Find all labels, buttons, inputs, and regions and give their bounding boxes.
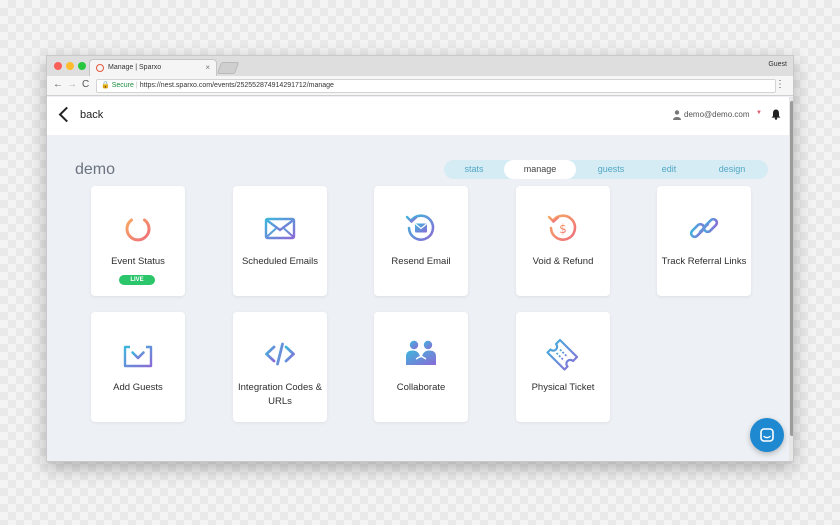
tab-edit[interactable]: edit bbox=[644, 160, 694, 179]
maximize-window-button[interactable] bbox=[78, 62, 86, 70]
svg-text:$: $ bbox=[559, 222, 567, 236]
chat-icon bbox=[760, 428, 774, 442]
event-tabs: stats manage guests edit design bbox=[444, 160, 768, 179]
sparxo-favicon-icon bbox=[96, 64, 104, 72]
void-refund-card[interactable]: $ Void & Refund bbox=[516, 186, 610, 296]
physical-ticket-card[interactable]: Physical Ticket bbox=[516, 312, 610, 422]
add-guests-card[interactable]: Add Guests bbox=[91, 312, 185, 422]
browser-tab[interactable]: Manage | Sparxo × bbox=[89, 59, 217, 76]
live-status-badge: LIVE bbox=[119, 275, 155, 285]
track-referral-links-card[interactable]: Track Referral Links bbox=[657, 186, 751, 296]
browser-window: Manage | Sparxo × Guest ← → C 🔒 Secure | ht… bbox=[46, 55, 794, 462]
browser-tab-title: Manage | Sparxo bbox=[108, 64, 162, 71]
tab-design[interactable]: design bbox=[704, 160, 760, 179]
power-icon bbox=[125, 213, 151, 242]
chat-launcher-button[interactable] bbox=[750, 418, 784, 452]
card-label: Resend Email bbox=[391, 256, 451, 267]
back-chevron-icon[interactable] bbox=[58, 106, 75, 123]
link-icon bbox=[689, 217, 719, 239]
back-link[interactable]: back bbox=[80, 109, 103, 121]
card-label: Integration Codes & URLs bbox=[238, 382, 322, 407]
people-icon bbox=[406, 340, 436, 365]
url-separator: | bbox=[135, 82, 138, 89]
user-icon bbox=[673, 110, 681, 120]
minimize-window-button[interactable] bbox=[66, 62, 74, 70]
tab-stats[interactable]: stats bbox=[449, 160, 499, 179]
tab-guests[interactable]: guests bbox=[581, 160, 641, 179]
integration-codes-card[interactable]: Integration Codes & URLs bbox=[233, 312, 327, 422]
browser-tabstrip: Manage | Sparxo × Guest bbox=[47, 56, 793, 76]
card-label: Void & Refund bbox=[532, 256, 594, 267]
resend-email-icon bbox=[405, 214, 435, 241]
scrollbar-thumb[interactable] bbox=[790, 101, 793, 436]
user-email[interactable]: demo@demo.com bbox=[684, 110, 749, 119]
card-label: Add Guests bbox=[113, 382, 163, 393]
envelope-icon bbox=[264, 217, 296, 240]
reload-icon[interactable]: C bbox=[82, 79, 89, 91]
manage-page: demo stats manage guests edit design Eve… bbox=[47, 135, 789, 461]
url-input[interactable]: 🔒 Secure | https://nest.sparxo.com/events/2… bbox=[96, 79, 776, 93]
browser-menu-icon[interactable]: ⋮ bbox=[775, 79, 785, 90]
url-text: https://nest.sparxo.com/events/252552874… bbox=[139, 82, 334, 89]
tab-manage[interactable]: manage bbox=[504, 160, 576, 179]
back-arrow-icon[interactable]: ← bbox=[53, 79, 63, 91]
code-icon bbox=[265, 342, 295, 366]
scheduled-emails-card[interactable]: Scheduled Emails bbox=[233, 186, 327, 296]
card-label: Physical Ticket bbox=[531, 382, 595, 393]
chevron-down-icon[interactable]: ▼ bbox=[756, 110, 762, 116]
card-label: Scheduled Emails bbox=[241, 256, 319, 267]
new-tab-button[interactable] bbox=[216, 62, 240, 74]
bell-icon[interactable] bbox=[771, 109, 781, 120]
scrollbar[interactable] bbox=[789, 97, 793, 461]
download-tray-icon bbox=[123, 339, 153, 368]
card-label: Track Referral Links bbox=[661, 256, 747, 267]
lock-icon: 🔒 bbox=[101, 82, 110, 89]
profile-label[interactable]: Guest bbox=[768, 61, 787, 68]
tab-close-icon[interactable]: × bbox=[205, 63, 210, 72]
secure-label: Secure bbox=[111, 82, 134, 89]
event-title: demo bbox=[75, 161, 116, 178]
close-window-button[interactable] bbox=[54, 62, 62, 70]
card-label: Collaborate bbox=[396, 382, 446, 393]
refund-icon: $ bbox=[547, 214, 577, 241]
app-header: back demo@demo.com ▼ bbox=[47, 97, 789, 135]
ticket-icon bbox=[546, 338, 579, 371]
card-label: Event Status bbox=[111, 256, 165, 267]
forward-arrow-icon[interactable]: → bbox=[67, 79, 77, 91]
resend-email-card[interactable]: Resend Email bbox=[374, 186, 468, 296]
collaborate-card[interactable]: Collaborate bbox=[374, 312, 468, 422]
address-bar: ← → C 🔒 Secure | https://nest.sparxo.com/ev… bbox=[47, 76, 793, 96]
event-status-card[interactable]: Event Status LIVE bbox=[91, 186, 185, 296]
